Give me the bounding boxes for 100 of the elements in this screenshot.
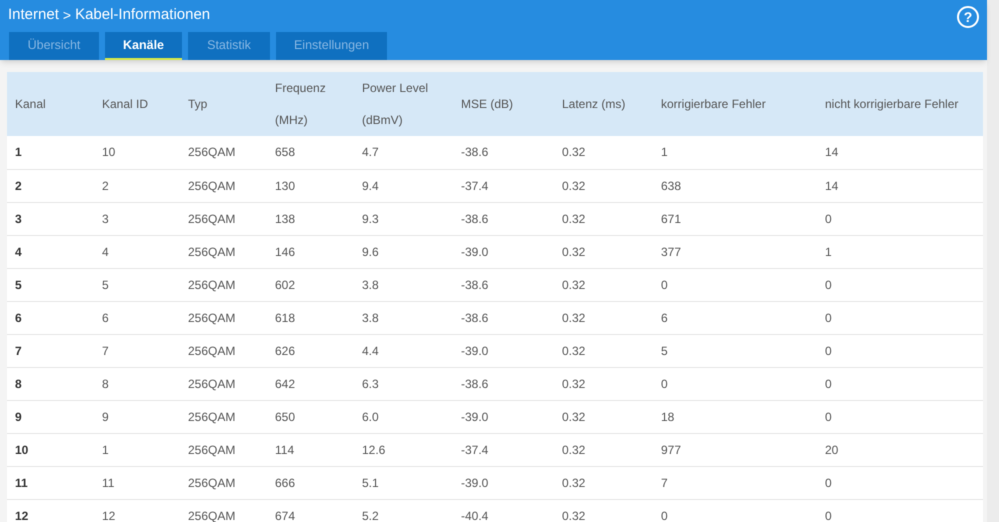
table-cell: 1 [15,145,22,160]
table-cell: -39.0 [461,410,488,424]
table-cell: 7 [661,476,668,490]
column-header: Kanal ID [102,96,150,113]
table-cell: 0 [825,410,832,424]
table-cell: -39.0 [461,476,488,490]
table-cell: 0 [661,508,668,522]
table-cell: 10 [102,145,116,160]
table-cell: 256QAM [188,508,236,522]
table-cell: 138 [275,212,296,226]
table-cell: 0.32 [562,145,586,160]
tab[interactable]: Statistik [188,32,270,60]
table-cell: 256QAM [188,244,236,258]
column-header: korrigierbare Fehler [661,96,767,113]
table-cell: 5 [661,344,668,358]
table-cell: 650 [275,410,296,424]
table-cell: -37.4 [461,442,488,456]
table-cell: 0 [661,376,668,390]
table-cell: 3.8 [362,278,379,292]
table-cell: 0 [825,310,832,324]
table-cell: 114 [275,442,294,456]
table-cell: 0.32 [562,476,586,490]
table-cell: 14 [825,178,838,192]
table-cell: 3.8 [362,310,379,324]
table-cell: 256QAM [188,145,236,160]
table-cell: 14 [825,145,838,160]
help-icon[interactable]: ? [957,6,979,28]
table-cell: -39.0 [461,244,488,258]
table-cell: 0.32 [562,178,586,192]
table-cell: 0 [825,476,832,490]
table-cell: 0.32 [562,310,586,324]
table-cell: 9.4 [362,178,379,192]
table-cell: 0 [825,376,832,390]
table-cell: 638 [661,178,682,192]
table-cell: 256QAM [188,476,236,490]
table-cell: 0.32 [562,212,586,226]
table-cell: 0 [825,508,832,522]
table-cell: 2 [102,178,109,192]
table-cell: 20 [825,442,838,456]
column-header: Typ [188,96,208,113]
table-cell: 6 [15,310,22,324]
breadcrumb-link[interactable]: Internet [8,4,59,26]
tab[interactable]: Kanäle [105,32,182,60]
table-cell: 130 [275,178,296,192]
table-cell: -40.4 [461,508,488,522]
table-cell: -38.6 [461,310,488,324]
tab[interactable]: Übersicht [9,32,99,60]
table-cell: 674 [275,508,296,522]
table-cell: 11 [102,476,114,490]
table-cell: 4.4 [362,344,379,358]
table-cell: -38.6 [461,212,488,226]
table-cell: 256QAM [188,344,236,358]
tab[interactable]: Einstellungen [276,32,387,60]
table-cell: 3 [15,212,22,226]
column-header: Latenz (ms) [562,96,626,113]
table-cell: 11 [15,476,28,490]
table-cell: 602 [275,278,296,292]
table-cell: 1 [825,244,832,258]
table-cell: 256QAM [188,376,236,390]
table-cell: 256QAM [188,410,236,424]
table-cell: 0.32 [562,278,586,292]
column-header: MSE (dB) [461,96,514,113]
table-cell: 9.6 [362,244,379,258]
table-cell: 18 [661,410,674,424]
table-cell: 146 [275,244,296,258]
table-cell: 10 [15,442,28,456]
table-cell: -38.6 [461,376,488,390]
table-cell: 5 [102,278,109,292]
table-cell: 256QAM [188,178,236,192]
table-cell: 6 [102,310,109,324]
table-cell: 4 [15,244,22,258]
table-cell: -38.6 [461,278,488,292]
table-cell: 6.3 [362,376,379,390]
table-cell: 4.7 [362,145,379,160]
table-cell: 8 [102,376,109,390]
table-cell: 0.32 [562,244,586,258]
table-cell: 0.32 [562,442,586,456]
table-cell: 0 [825,344,832,358]
table-cell: 666 [275,476,296,490]
table-cell: 377 [661,244,682,258]
table-cell: 9 [15,410,22,424]
page-title: Kabel-Informationen [75,4,210,25]
table-cell: 256QAM [188,212,236,226]
table-cell: 642 [275,376,296,390]
table-cell: 3 [102,212,109,226]
table-cell: 0 [825,278,832,292]
table-cell: 5 [15,278,22,292]
table-cell: 5.2 [362,508,379,522]
table-cell: 671 [661,212,682,226]
column-header: nicht korrigierbare Fehler [825,96,960,113]
table-cell: 7 [15,344,22,358]
table-cell: 0.32 [562,508,586,522]
table-cell: 0.32 [562,376,586,390]
table-cell: 256QAM [188,310,236,324]
table-cell: 1 [102,442,109,456]
table-cell: 1 [661,145,668,160]
table-cell: 0.32 [562,410,586,424]
table-cell: -37.4 [461,178,488,192]
table-cell: 7 [102,344,109,358]
column-header: Kanal [15,96,47,113]
